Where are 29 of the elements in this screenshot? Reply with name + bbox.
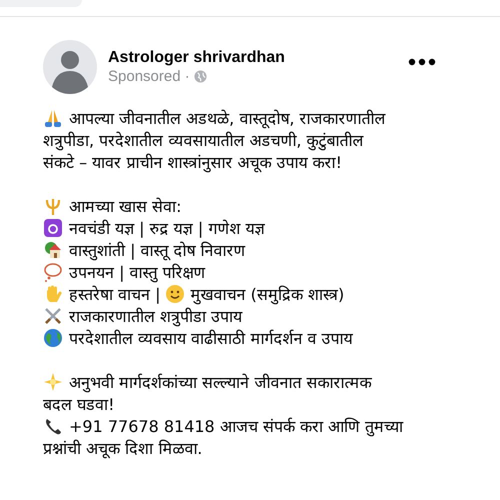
sparkle-icon — [43, 372, 63, 392]
post-text: हस्तरेषा वाचन | — [69, 285, 161, 304]
post-text: आपल्या जीवनातील अडथळे, वास्तूदोष, राजकारणातील — [69, 109, 386, 128]
post-text: राजकारणातील शत्रुपीडा उपाय — [69, 307, 242, 326]
thought-balloon-icon — [43, 262, 63, 282]
post-text: संकटे – यावर प्राचीन शास्त्रांनुसार अचूक उपाय करा! — [43, 153, 342, 172]
crossed-swords-icon — [43, 306, 63, 326]
trident-icon — [43, 196, 63, 216]
post-text: नवचंडी यज्ञ | रुद्र यज्ञ | गणेश यज्ञ — [69, 219, 264, 238]
post-text: +91 77678 81418 आजच संपर्क करा आणि तुमच्या — [69, 417, 404, 436]
post-text: मुखवाचन (समुद्रिक शास्त्र) — [190, 285, 344, 304]
post-text: अनुभवी मार्गदर्शकांच्या सल्ल्याने जीवनात सकारात्मक — [69, 373, 372, 392]
author-name[interactable]: Astrologer shrivardhan — [108, 49, 408, 67]
avatar-icon[interactable] — [43, 40, 97, 94]
phone-icon — [43, 416, 63, 436]
post-text: परदेशातील व्यवसाय वाढीसाठी मार्गदर्शन व उपाय — [69, 329, 352, 348]
post-text: प्रश्नांची अचूक दिशा मिळवा. — [43, 439, 202, 458]
globe-icon — [194, 70, 207, 83]
more-options-icon[interactable] — [408, 57, 436, 67]
house-tree-icon — [43, 240, 63, 260]
post-text: वास्तुशांती | वास्तू दोष निवारण — [69, 241, 246, 260]
post-text: बदल घडवा! — [43, 395, 114, 414]
post-text: शत्रुपीडा, परदेशातील व्यवसायातील अडचणी, कुटुंबातील — [43, 131, 364, 150]
smiley-icon — [164, 284, 185, 304]
globe-icon — [43, 328, 63, 348]
praying-hands-icon — [43, 108, 63, 128]
post-text: आमच्या खास सेवा: — [69, 197, 182, 216]
sponsored-label: Sponsored · — [108, 68, 190, 85]
post-text: उपनयन | वास्तु परिक्षण — [69, 263, 206, 282]
